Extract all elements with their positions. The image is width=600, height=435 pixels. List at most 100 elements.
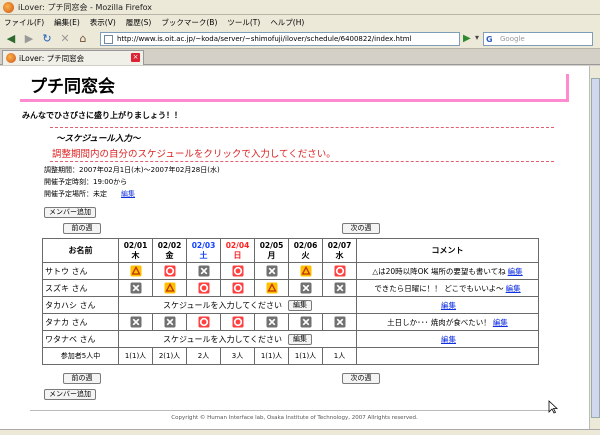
tab-bar: iLover: プチ同窓会 × bbox=[0, 49, 600, 65]
cross-unavailable-icon[interactable] bbox=[130, 282, 142, 294]
circle-available-icon[interactable] bbox=[232, 265, 244, 277]
cross-unavailable-icon[interactable] bbox=[300, 282, 312, 294]
schedule-cell[interactable] bbox=[186, 262, 221, 280]
schedule-cell[interactable] bbox=[118, 313, 153, 331]
close-icon[interactable]: × bbox=[131, 53, 140, 62]
stop-icon[interactable]: ✕ bbox=[57, 31, 73, 47]
schedule-cell[interactable] bbox=[288, 313, 323, 331]
reload-icon[interactable]: ↻ bbox=[39, 31, 55, 47]
dropdown-icon[interactable]: ▾ bbox=[475, 33, 483, 45]
comment-edit-link[interactable]: 編集 bbox=[508, 267, 523, 276]
schedule-cell[interactable] bbox=[220, 279, 255, 297]
triangle-maybe-icon[interactable] bbox=[266, 282, 278, 294]
menu-item[interactable]: ツール(T) bbox=[227, 17, 260, 28]
menu-item[interactable]: ヘルプ(H) bbox=[270, 17, 304, 28]
schedule-cell[interactable] bbox=[254, 262, 289, 280]
place-edit-link[interactable]: 編集 bbox=[121, 190, 135, 198]
cross-unavailable-icon[interactable] bbox=[334, 316, 346, 328]
table-row: スズキ さん できたら日曜に！！ どこでもいいよ～ 編集 bbox=[42, 279, 539, 297]
cross-unavailable-icon[interactable] bbox=[266, 316, 278, 328]
schedule-cell[interactable] bbox=[322, 279, 357, 297]
scrollbar-thumb[interactable] bbox=[591, 78, 600, 418]
cross-unavailable-icon[interactable] bbox=[334, 282, 346, 294]
circle-available-icon[interactable] bbox=[198, 316, 210, 328]
pending-cell[interactable]: スケジュールを入力してください 編集 bbox=[118, 330, 357, 348]
schedule-cell[interactable] bbox=[322, 262, 357, 280]
totals-comment-empty bbox=[356, 347, 539, 365]
schedule-cell[interactable] bbox=[186, 313, 221, 331]
mouse-cursor-icon bbox=[548, 400, 558, 414]
circle-available-icon[interactable] bbox=[198, 282, 210, 294]
schedule-cell[interactable] bbox=[254, 313, 289, 331]
vertical-scrollbar[interactable] bbox=[589, 66, 600, 429]
comment-edit-link[interactable]: 編集 bbox=[493, 318, 508, 327]
cross-unavailable-icon[interactable] bbox=[266, 265, 278, 277]
schedule-cell[interactable] bbox=[220, 313, 255, 331]
menu-item[interactable]: 編集(E) bbox=[54, 17, 80, 28]
schedule-cell[interactable] bbox=[186, 279, 221, 297]
comment-cell: △は20時以降OK 場所の要望も書いてね 編集 bbox=[356, 262, 539, 280]
cross-unavailable-icon[interactable] bbox=[198, 265, 210, 277]
weekday-label: 木 bbox=[131, 250, 140, 260]
member-name: タナカ さん bbox=[42, 313, 119, 331]
date-label: 02/06 bbox=[293, 240, 318, 250]
weekday-label: 月 bbox=[267, 250, 276, 260]
comment-edit-link[interactable]: 編集 bbox=[441, 301, 456, 310]
schedule-cell[interactable] bbox=[118, 279, 153, 297]
next-week-button[interactable]: 次の週 bbox=[342, 223, 380, 234]
search-input[interactable]: G Google bbox=[483, 32, 593, 46]
menu-item[interactable]: 履歴(S) bbox=[126, 17, 152, 28]
schedule-cell[interactable] bbox=[152, 313, 187, 331]
add-member-button-bottom[interactable]: メンバー追加 bbox=[44, 389, 96, 400]
table-row: ワタナベ さん スケジュールを入力してください 編集 編集 bbox=[42, 330, 539, 348]
forward-icon[interactable]: ▶ bbox=[21, 31, 37, 47]
circle-available-icon[interactable] bbox=[334, 265, 346, 277]
tab-current[interactable]: iLover: プチ同窓会 × bbox=[2, 50, 144, 65]
menu-item[interactable]: ブックマーク(B) bbox=[161, 17, 217, 28]
schedule-cell[interactable] bbox=[288, 279, 323, 297]
add-member-button[interactable]: メンバー追加 bbox=[44, 207, 96, 218]
schedule-cell[interactable] bbox=[288, 262, 323, 280]
menu-item[interactable]: 表示(V) bbox=[90, 17, 116, 28]
place-text: 開催予定場所：未定 bbox=[44, 190, 107, 198]
go-icon[interactable]: ▶ bbox=[463, 33, 475, 45]
triangle-maybe-icon[interactable] bbox=[130, 265, 142, 277]
footer-divider bbox=[30, 410, 550, 411]
schedule-edit-button[interactable]: 編集 bbox=[287, 299, 312, 311]
schedule-cell[interactable] bbox=[322, 313, 357, 331]
schedule-cell[interactable] bbox=[220, 262, 255, 280]
weekday-label: 水 bbox=[335, 250, 344, 260]
triangle-maybe-icon[interactable] bbox=[300, 265, 312, 277]
circle-available-icon[interactable] bbox=[232, 316, 244, 328]
page-title: プチ同窓会 bbox=[30, 77, 115, 97]
search-placeholder: Google bbox=[500, 35, 525, 43]
member-name: タカハシ さん bbox=[42, 296, 119, 314]
home-icon[interactable]: ⌂ bbox=[75, 31, 91, 47]
total-count: 2(1)人 bbox=[152, 347, 187, 365]
schedule-edit-button[interactable]: 編集 bbox=[287, 333, 312, 345]
menu-item[interactable]: ファイル(F) bbox=[4, 17, 44, 28]
cross-unavailable-icon[interactable] bbox=[130, 316, 142, 328]
circle-available-icon[interactable] bbox=[164, 265, 176, 277]
schedule-cell[interactable] bbox=[152, 262, 187, 280]
comment-edit-link[interactable]: 編集 bbox=[506, 284, 521, 293]
next-week-button-bottom[interactable]: 次の週 bbox=[342, 373, 380, 384]
comment-edit-link[interactable]: 編集 bbox=[441, 335, 456, 344]
cross-unavailable-icon[interactable] bbox=[164, 316, 176, 328]
back-icon[interactable]: ◀ bbox=[3, 31, 19, 47]
cross-unavailable-icon[interactable] bbox=[300, 316, 312, 328]
prev-week-button[interactable]: 前の週 bbox=[63, 223, 101, 234]
table-row: タカハシ さん スケジュールを入力してください 編集 編集 bbox=[42, 296, 539, 314]
schedule-cell[interactable] bbox=[152, 279, 187, 297]
schedule-cell[interactable] bbox=[254, 279, 289, 297]
circle-available-icon[interactable] bbox=[232, 282, 244, 294]
footer-copyright: Copyright © Human Interface lab, Osaka I… bbox=[171, 415, 418, 421]
prev-week-button-bottom[interactable]: 前の週 bbox=[63, 373, 101, 384]
address-bar[interactable]: http://www.is.oit.ac.jp/~koda/server/~sh… bbox=[100, 32, 460, 46]
schedule-cell[interactable] bbox=[118, 262, 153, 280]
comment-cell: 編集 bbox=[356, 296, 539, 314]
pending-cell[interactable]: スケジュールを入力してください 編集 bbox=[118, 296, 357, 314]
table-row: サトウ さん △は20時以降OK 場所の要望も書いてね 編集 bbox=[42, 262, 539, 280]
comment-cell: できたら日曜に！！ どこでもいいよ～ 編集 bbox=[356, 279, 539, 297]
triangle-maybe-icon[interactable] bbox=[164, 282, 176, 294]
